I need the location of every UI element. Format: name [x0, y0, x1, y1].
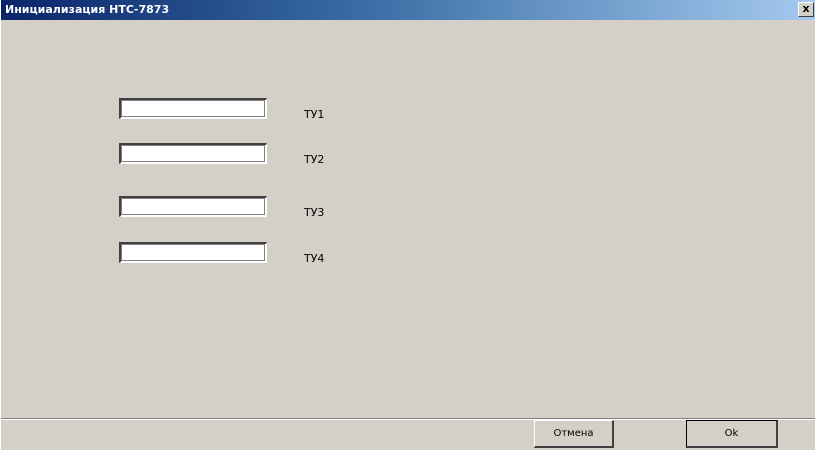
close-icon: x — [802, 2, 810, 15]
tu2-label: ТУ2 — [304, 153, 325, 166]
init-dialog: Инициализация НТС-7873 x ТУ1 ТУ2 ТУ3 ТУ4… — [0, 0, 815, 450]
tu3-label: ТУ3 — [304, 206, 325, 219]
cancel-button-label: Отмена — [553, 428, 594, 439]
ok-button[interactable]: Ok — [686, 420, 778, 448]
close-button[interactable]: x — [798, 2, 814, 17]
tu1-input[interactable] — [119, 98, 267, 119]
tu2-input[interactable] — [119, 143, 267, 164]
tu3-input[interactable] — [119, 196, 267, 217]
ok-button-label: Ok — [724, 428, 739, 439]
tu1-label: ТУ1 — [304, 108, 325, 121]
tu4-label: ТУ4 — [304, 252, 325, 265]
tu4-input[interactable] — [119, 242, 267, 263]
title-bar[interactable]: Инициализация НТС-7873 x — [1, 0, 815, 20]
cancel-button[interactable]: Отмена — [534, 420, 614, 448]
window-title: Инициализация НТС-7873 — [5, 3, 170, 16]
